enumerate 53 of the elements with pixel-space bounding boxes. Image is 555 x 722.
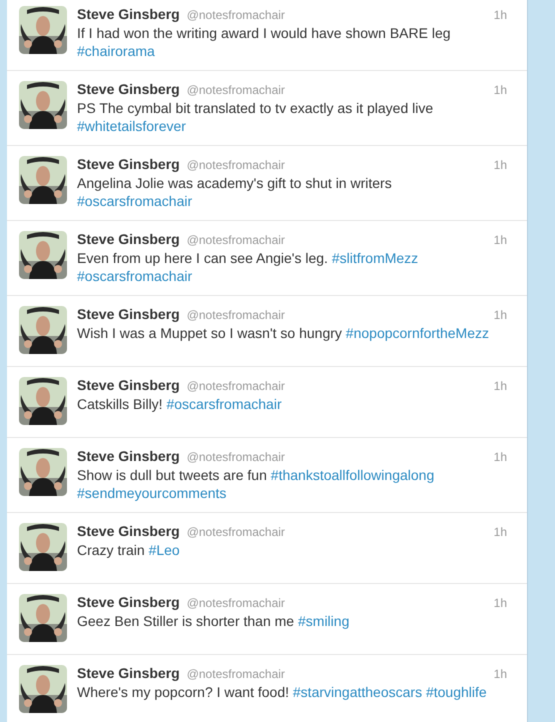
hashtag-link[interactable]: #Leo (148, 542, 180, 558)
tweet-text: If I had won the writing award I would have shown BARE leg #chairorama (77, 24, 452, 60)
timestamp[interactable]: 1h (494, 83, 507, 97)
tweet-text: Geez Ben Stiller is shorter than me #smiling (77, 612, 350, 630)
tweet-text: PS The cymbal bit translated to tv exactly as it played live #whitetailsforever (77, 99, 434, 135)
timestamp[interactable]: 1h (494, 8, 507, 22)
tweet-text: Crazy train #Leo (77, 541, 181, 559)
tweet-text: Wish I was a Muppet so I wasn't so hungry #nopopcornfortheMezz (77, 324, 490, 342)
timestamp[interactable]: 1h (494, 667, 507, 681)
hashtag-link[interactable]: #thankstoallfollowingalong (270, 467, 434, 483)
timestamp[interactable]: 1h (494, 596, 507, 610)
user-handle[interactable]: @notesfromachair (186, 8, 285, 22)
user-handle[interactable]: @notesfromachair (186, 450, 285, 464)
timestamp[interactable]: 1h (494, 450, 507, 464)
user-name[interactable]: Steve Ginsberg (77, 306, 180, 322)
hashtag-link[interactable]: #nopopcornfortheMezz (346, 325, 489, 341)
user-name[interactable]: Steve Ginsberg (77, 448, 180, 464)
timestamp[interactable]: 1h (494, 158, 507, 172)
user-handle[interactable]: @notesfromachair (186, 308, 285, 322)
hashtag-link[interactable]: #toughlife (426, 684, 487, 700)
user-name[interactable]: Steve Ginsberg (77, 156, 180, 172)
user-name[interactable]: Steve Ginsberg (77, 231, 180, 247)
user-handle[interactable]: @notesfromachair (186, 667, 285, 681)
hashtag-link[interactable]: #oscarsfromachair (77, 193, 192, 209)
user-name[interactable]: Steve Ginsberg (77, 523, 180, 539)
hashtag-link[interactable]: #oscarsfromachair (77, 268, 192, 284)
tweet-text: Where's my popcorn? I want food! #starvingattheoscars #toughlife (77, 683, 488, 701)
hashtag-link[interactable]: #oscarsfromachair (166, 396, 282, 412)
hashtag-link[interactable]: #chairorama (77, 43, 155, 59)
hashtag-link[interactable]: #sendmeyourcomments (77, 485, 226, 501)
timestamp[interactable]: 1h (494, 525, 507, 539)
user-name[interactable]: Steve Ginsberg (77, 377, 180, 393)
tweet-text: Catskills Billy! #oscarsfromachair (77, 395, 283, 413)
tweet-text: Even from up here I can see Angie's leg. #slitfromMezz #oscarsfromachair (77, 249, 420, 285)
timestamp[interactable]: 1h (494, 379, 507, 393)
user-handle[interactable]: @notesfromachair (186, 233, 285, 247)
user-name[interactable]: Steve Ginsberg (77, 81, 180, 97)
user-handle[interactable]: @notesfromachair (186, 525, 285, 539)
timestamp[interactable]: 1h (494, 308, 507, 322)
user-name[interactable]: Steve Ginsberg (77, 594, 180, 610)
user-name[interactable]: Steve Ginsberg (77, 6, 180, 22)
user-handle[interactable]: @notesfromachair (186, 83, 285, 97)
hashtag-link[interactable]: #starvingattheoscars (292, 684, 422, 700)
user-handle[interactable]: @notesfromachair (186, 596, 285, 610)
tweet-text: Show is dull but tweets are fun #thankstoallfollowingalong #sendmeyourcomments (77, 466, 436, 502)
user-handle[interactable]: @notesfromachair (186, 158, 285, 172)
timestamp[interactable]: 1h (494, 233, 507, 247)
hashtag-link[interactable]: #smiling (298, 613, 350, 629)
tweet-text: Angelina Jolie was academy's gift to shut in writers #oscarsfromachair (77, 174, 393, 210)
hashtag-link[interactable]: #slitfromMezz (332, 250, 418, 266)
hashtag-link[interactable]: #whitetailsforever (77, 118, 186, 134)
user-name[interactable]: Steve Ginsberg (77, 665, 180, 681)
user-handle[interactable]: @notesfromachair (186, 379, 285, 393)
